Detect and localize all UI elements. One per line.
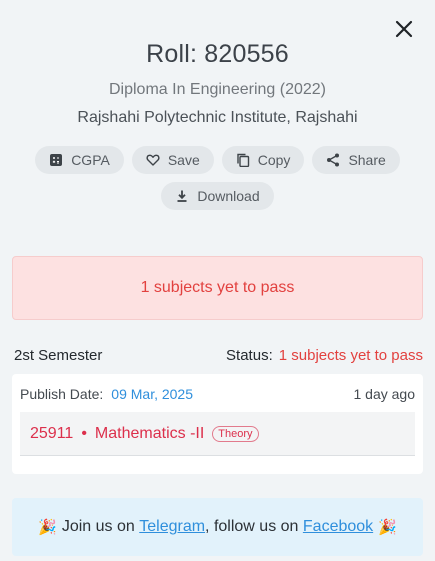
facebook-link[interactable]: Facebook	[303, 518, 373, 536]
relative-time: 1 day ago	[353, 386, 416, 402]
download-label: Download	[197, 188, 260, 204]
cgpa-button[interactable]: CGPA	[35, 146, 124, 174]
telegram-link[interactable]: Telegram	[139, 518, 205, 536]
status-value: 1 subjects yet to pass	[278, 347, 423, 364]
subject-row: 25911 • Mathematics -II Theory	[20, 412, 415, 456]
status-label: Status:	[226, 347, 273, 364]
copy-label: Copy	[257, 152, 291, 168]
result-header: Roll: 820556 Diploma In Engineering (202…	[0, 0, 435, 127]
copy-button[interactable]: Copy	[221, 146, 305, 174]
action-row: CGPA Save Copy Share	[0, 146, 435, 174]
banner-prefix: Join us on	[61, 518, 135, 535]
alert-text: 1 subjects yet to pass	[140, 279, 295, 296]
subject-separator: •	[81, 424, 87, 442]
action-row-2: Download	[0, 182, 435, 210]
semester-row: 2st Semester Status: 1 subjects yet to pa…	[14, 347, 423, 364]
calculator-icon	[50, 154, 63, 166]
status: Status: 1 subjects yet to pass	[226, 347, 423, 364]
share-label: Share	[348, 152, 386, 168]
program-name: Diploma In Engineering (2022)	[108, 81, 326, 98]
banner-middle: , follow us on	[205, 518, 299, 535]
roll-number: Roll: 820556	[146, 40, 289, 68]
download-icon	[177, 190, 187, 202]
cgpa-label: CGPA	[71, 152, 110, 168]
failed-alert: 1 subjects yet to pass	[12, 256, 423, 320]
copy-icon	[237, 153, 249, 167]
community-banner: 🎉 Join us on Telegram, follow us on Face…	[12, 498, 423, 556]
share-button[interactable]: Share	[312, 146, 400, 174]
publish-label: Publish Date:	[20, 386, 104, 402]
publish-date: 09 Mar, 2025	[111, 386, 194, 402]
subject-code: 25911	[30, 424, 74, 442]
subject-name: Mathematics -II	[94, 424, 205, 442]
institute-name: Rajshahi Polytechnic Institute, Rajshahi	[77, 109, 358, 126]
subject-type-badge: Theory	[212, 425, 259, 442]
download-button[interactable]: Download	[161, 182, 274, 210]
save-button[interactable]: Save	[131, 146, 214, 174]
close-icon	[395, 20, 413, 38]
share-icon	[327, 153, 340, 167]
party-icon: 🎉	[38, 519, 57, 536]
party-icon-2: 🎉	[378, 519, 397, 536]
save-label: Save	[167, 152, 200, 168]
semester-card: Publish Date: 09 Mar, 2025 1 day ago 2591…	[12, 374, 423, 474]
publish-row: Publish Date: 09 Mar, 2025 1 day ago	[12, 374, 423, 402]
close-button[interactable]	[393, 18, 415, 40]
heart-icon	[146, 154, 160, 166]
semester-title: 2st Semester	[14, 347, 103, 364]
